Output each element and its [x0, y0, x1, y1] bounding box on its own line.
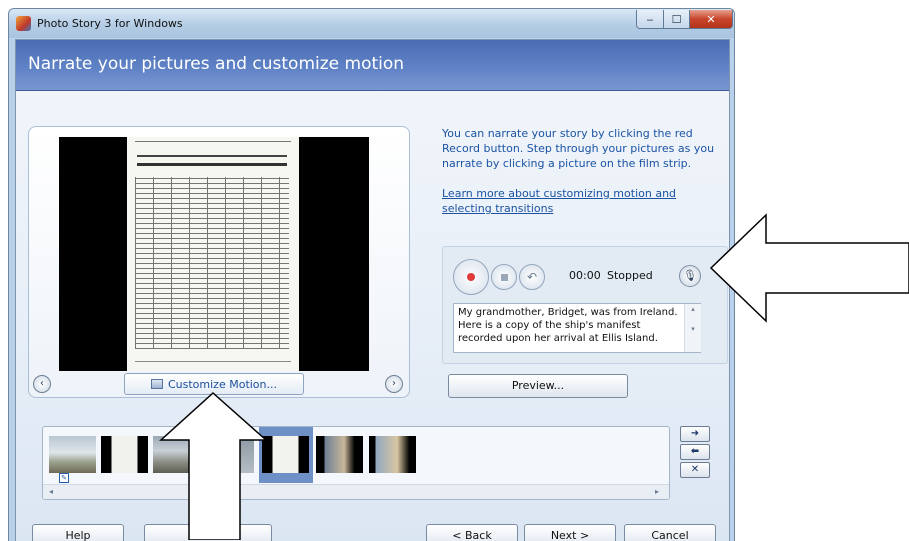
annotation-arrow-left — [709, 213, 909, 323]
annotation-overlay — [159, 213, 909, 540]
annotation-arrow-up — [159, 391, 268, 540]
